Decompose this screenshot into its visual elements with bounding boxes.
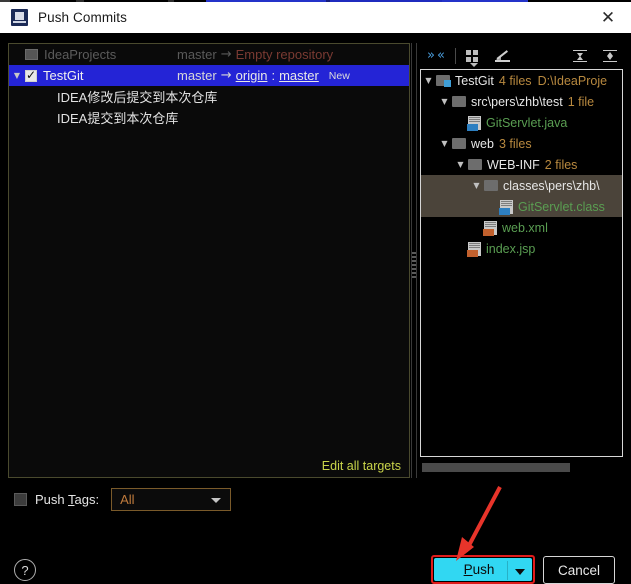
expand-triangle-icon[interactable]: ▼ xyxy=(9,71,25,80)
expand-triangle-icon[interactable]: ▼ xyxy=(421,76,436,85)
repository-row[interactable]: ▼ IdeaProjects master→Empty repository xyxy=(9,44,409,65)
title-bar: Push Commits ✕ xyxy=(0,2,631,33)
push-tags-label: Push Tags: xyxy=(35,492,100,507)
file-count: 1 file xyxy=(567,94,595,109)
push-button[interactable]: Push xyxy=(434,558,532,581)
file-count: 2 files xyxy=(544,157,578,172)
collapse-all-icon[interactable] xyxy=(597,45,623,67)
changed-files-panel: » « ▼ TestGit 4 files D:\IdeaProje ▼ src\pers\… xyxy=(419,43,623,478)
file-tree-label: web xyxy=(471,136,494,151)
expand-triangle-icon[interactable]: ▼ xyxy=(469,181,484,190)
push-tags-select-value: All xyxy=(120,492,135,507)
repository-checkbox[interactable] xyxy=(25,68,37,82)
file-tree-label: WEB-INF xyxy=(487,157,540,172)
expand-all-icon[interactable] xyxy=(567,45,593,67)
files-horizontal-scrollbar[interactable] xyxy=(422,463,621,472)
show-diff-icon[interactable]: » « xyxy=(423,45,449,67)
repository-tree: ▼IdeaProjectsmaster→Empty repository▼Tes… xyxy=(9,44,409,86)
repository-path: D:\IdeaProje xyxy=(537,73,608,88)
file-icon xyxy=(483,220,497,236)
file-tree-label: classes\pers\zhb\ xyxy=(503,178,600,193)
file-count: 4 files xyxy=(498,73,532,88)
source-branch: master xyxy=(177,68,217,83)
dialog-body: ▼IdeaProjectsmaster→Empty repository▼Tes… xyxy=(0,33,631,584)
arrow-icon: → xyxy=(220,47,232,62)
file-tree-row[interactable]: ▼ web 3 files xyxy=(421,133,622,154)
file-tree-row[interactable]: ▼ web.xml xyxy=(421,217,622,238)
arrow-icon: → xyxy=(220,68,232,83)
chevron-down-icon xyxy=(211,498,222,503)
repository-name: TestGit xyxy=(43,68,84,83)
help-icon[interactable]: ? xyxy=(14,559,36,581)
folder-icon xyxy=(484,180,498,191)
tree-indent: ▼ xyxy=(485,202,500,211)
scrollbar-thumb[interactable] xyxy=(422,463,570,472)
repository-row[interactable]: ▼TestGitmaster→origin:masterNew xyxy=(9,65,409,86)
branch-target: master → Empty repository xyxy=(177,47,333,62)
file-tree-label: TestGit xyxy=(455,73,494,88)
tree-indent: ▼ xyxy=(453,118,468,127)
file-tree-row[interactable]: ▼ GitServlet.java xyxy=(421,112,622,133)
file-count: 3 files xyxy=(498,136,532,151)
commit-row[interactable]: IDEA提交到本次仓库 xyxy=(9,107,409,128)
new-badge: New xyxy=(328,69,350,82)
push-dropdown-arrow-icon[interactable] xyxy=(515,569,525,575)
intellij-idea-icon xyxy=(11,9,28,26)
folder-icon xyxy=(25,49,38,60)
file-tree: ▼ TestGit 4 files D:\IdeaProje ▼ src\pers\zhb… xyxy=(420,69,623,457)
folder-icon xyxy=(452,96,466,107)
empty-repository-label: Empty repository xyxy=(235,47,334,62)
repository-name: IdeaProjects xyxy=(44,47,117,62)
expand-triangle-icon[interactable]: ▼ xyxy=(453,160,468,169)
tree-indent: ▼ xyxy=(469,223,484,232)
file-tree-label: GitServlet.class xyxy=(518,199,605,214)
folder-icon xyxy=(452,138,466,149)
cancel-button[interactable]: Cancel xyxy=(543,556,615,584)
push-tags-checkbox[interactable] xyxy=(14,493,27,506)
group-by-icon[interactable] xyxy=(460,45,486,67)
file-tree-row[interactable]: ▼ src\pers\zhb\test 1 file xyxy=(421,91,622,112)
file-tree-label: index.jsp xyxy=(486,241,536,256)
splitter-handle-dots xyxy=(412,251,416,279)
target-branch-link[interactable]: master xyxy=(279,68,319,83)
file-tree-label: web.xml xyxy=(502,220,548,235)
file-tree-row[interactable]: ▼ TestGit 4 files D:\IdeaProje xyxy=(421,70,622,91)
remote-link[interactable]: origin xyxy=(236,68,268,83)
file-tree-row[interactable]: ▼ WEB-INF 2 files xyxy=(421,154,622,175)
annotation-arrow xyxy=(456,486,502,561)
commits-panel: ▼IdeaProjectsmaster→Empty repository▼Tes… xyxy=(8,43,410,478)
push-tags-row: Push Tags: All xyxy=(14,488,232,511)
expand-triangle-icon[interactable]: ▼ xyxy=(437,97,452,106)
file-tree-row[interactable]: ▼ index.jsp xyxy=(421,238,622,259)
file-icon xyxy=(499,199,513,215)
expand-triangle-icon[interactable]: ▼ xyxy=(437,139,452,148)
toolbar-divider xyxy=(455,48,456,64)
commit-list: IDEA修改后提交到本次仓库 IDEA提交到本次仓库 xyxy=(9,86,409,128)
file-tree-label: src\pers\zhb\test xyxy=(471,94,563,109)
files-toolbar: » « xyxy=(419,43,623,69)
file-tree-label: GitServlet.java xyxy=(486,115,568,130)
source-branch: master xyxy=(177,47,217,62)
file-tree-row[interactable]: ▼ classes\pers\zhb\ xyxy=(421,175,622,196)
tree-indent: ▼ xyxy=(9,50,25,59)
folder-icon xyxy=(468,159,482,170)
repository-folder-icon xyxy=(436,75,451,87)
tree-indent: ▼ xyxy=(453,244,468,253)
close-icon[interactable]: ✕ xyxy=(585,2,631,33)
window-title: Push Commits xyxy=(38,10,127,25)
separator: : xyxy=(271,68,276,83)
edit-source-icon[interactable] xyxy=(490,45,516,67)
file-icon xyxy=(467,241,481,257)
push-tags-select[interactable]: All xyxy=(111,488,232,511)
push-commits-dialog: Push Commits ✕ ▼IdeaProjectsmaster→Empty… xyxy=(0,0,631,584)
panel-splitter[interactable] xyxy=(410,43,418,478)
commit-row[interactable]: IDEA修改后提交到本次仓库 xyxy=(9,86,409,107)
push-button-highlight: Push xyxy=(431,555,535,584)
file-icon xyxy=(467,115,481,131)
branch-target: master → origin: master New xyxy=(177,68,352,83)
file-tree-row[interactable]: ▼ GitServlet.class xyxy=(421,196,622,217)
edit-all-targets-link[interactable]: Edit all targets xyxy=(322,459,401,473)
